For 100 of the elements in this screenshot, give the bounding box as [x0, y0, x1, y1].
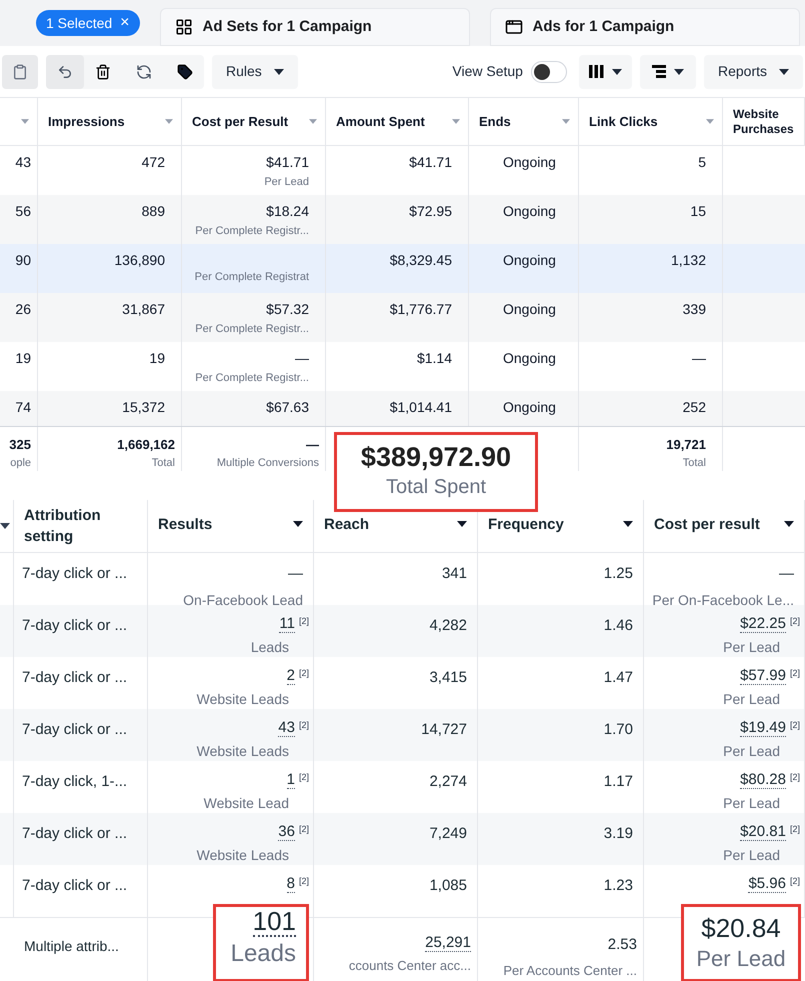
columns-dropdown[interactable] — [578, 54, 632, 88]
cell-value: 252 — [682, 398, 706, 417]
column-header[interactable]: Cost per Result — [192, 114, 288, 129]
sort-caret-icon[interactable] — [706, 119, 714, 124]
selection-chip[interactable]: 1 Selected × — [36, 10, 140, 36]
columns-icon — [588, 65, 604, 78]
cell-value: $18.24 — [266, 202, 309, 221]
cell-value: — — [295, 349, 309, 368]
column-header[interactable]: Impressions — [48, 114, 125, 129]
total-value: 19,721 — [666, 436, 706, 454]
cell-value: 1.46 — [604, 616, 633, 636]
total-attribution: Multiple attrib... — [24, 937, 119, 956]
cell-subtext: Website Leads — [196, 846, 289, 865]
cell-value[interactable]: 8 — [286, 875, 295, 893]
total-label: Per Accounts Center ... — [503, 962, 637, 980]
attribution-text: 7-day click or ... — [22, 876, 128, 896]
reports-dropdown[interactable]: Reports — [704, 54, 803, 88]
caret-icon — [274, 68, 284, 74]
cell-value: Ongoing — [503, 349, 556, 368]
tab[interactable]: Ad Sets for 1 Campaign — [160, 8, 470, 46]
total-label: ople — [10, 456, 31, 470]
cell-value[interactable]: $19.49 — [740, 719, 786, 737]
cell-value[interactable]: 2 — [286, 667, 295, 685]
cell-value: $1.14 — [416, 349, 452, 368]
column-header[interactable]: Results — [158, 514, 212, 534]
column-header[interactable]: Link Clicks — [589, 114, 658, 129]
table-row[interactable]: 7-day click or ... 36 [2] Website Leads 7,249 3.19 $20.81 [2] Per Lead — [0, 813, 805, 865]
view-setup-toggle[interactable] — [530, 60, 567, 82]
total-value: 2.53 — [608, 935, 637, 955]
column-header[interactable]: Cost per result — [654, 514, 760, 534]
cell-value: $41.71 — [266, 153, 309, 172]
cell-value: Ongoing — [503, 153, 556, 172]
table-row[interactable]: 56 889 $18.24 Per Complete Registr... $72.95 Ongoing 15 — [0, 195, 805, 244]
cell-subtext: Leads — [250, 638, 289, 657]
cell-subtext: Per Complete Registr... — [195, 371, 309, 386]
sort-caret-icon[interactable] — [562, 119, 570, 124]
cell-subtext: Per Complete Registr... — [195, 224, 309, 239]
cell-value: 1,085 — [429, 876, 467, 896]
sort-caret-icon[interactable] — [21, 119, 29, 124]
cell-value[interactable]: 1 — [286, 771, 295, 789]
sort-caret-icon[interactable] — [309, 119, 317, 124]
cell-value: 43 — [15, 153, 31, 172]
cell-value[interactable]: 36 — [278, 823, 295, 841]
cell-value: 1.47 — [604, 668, 633, 688]
caret-icon — [457, 521, 467, 527]
table-row[interactable]: 90 136,890 Per Complete Registrat $8,329.45 Ongoing 1,132 — [0, 244, 805, 293]
column-header[interactable]: Website Purchases — [733, 106, 796, 136]
cell-value: 3,415 — [429, 668, 467, 688]
column-header[interactable]: Attribution setting — [24, 505, 124, 547]
column-header[interactable]: Frequency — [488, 514, 564, 534]
cell-value: 1.70 — [604, 720, 633, 740]
footnote-mark: [2] — [298, 771, 309, 784]
attribution-text: 7-day click or ... — [22, 668, 128, 688]
clipboard-button[interactable] — [2, 54, 38, 88]
cell-value[interactable]: $22.25 — [740, 615, 786, 633]
footnote-mark: [2] — [298, 667, 309, 680]
total-value: 325 — [9, 436, 31, 454]
sort-caret-icon[interactable] — [165, 119, 173, 124]
sort-caret-icon[interactable] — [452, 119, 460, 124]
caret-icon — [784, 521, 794, 527]
cell-value[interactable]: 43 — [278, 719, 295, 737]
rules-dropdown[interactable]: Rules — [212, 54, 298, 88]
cell-subtext: Website Lead — [204, 794, 289, 813]
grid-icon — [174, 18, 193, 36]
cell-value: 4,282 — [429, 616, 467, 636]
cell-value: — — [779, 564, 794, 584]
attribution-text: 7-day click or ... — [22, 824, 128, 844]
table-row[interactable]: 7-day click or ... 11 [2] Leads 4,282 1.46 $22.25 [2] Per Lead — [0, 605, 805, 657]
undo-icon — [57, 64, 73, 80]
cell-value: — — [288, 564, 303, 584]
cell-value[interactable]: $57.99 — [740, 667, 786, 685]
table-row[interactable]: 74 15,372 $67.63 $1,014.41 Ongoing 252 — [0, 391, 805, 426]
cell-value: 2,274 — [429, 772, 467, 792]
cell-value: — — [692, 349, 706, 368]
close-icon[interactable]: × — [120, 15, 130, 31]
cell-value: 19 — [15, 349, 31, 368]
cell-value: 1.23 — [604, 876, 633, 896]
caret-icon — [779, 68, 789, 74]
tag-icon — [177, 64, 193, 80]
cell-value[interactable]: $80.28 — [740, 771, 786, 789]
cell-value: Ongoing — [503, 300, 556, 319]
cell-value[interactable]: 11 — [279, 615, 295, 633]
cell-value[interactable]: $20.81 — [740, 823, 786, 841]
cell-subtext: Per Lead — [723, 690, 780, 709]
footnote-mark: [2] — [790, 823, 800, 836]
table-row[interactable]: 26 31,867 $57.32 Per Complete Registr... $1,776.77 Ongoing 339 — [0, 293, 805, 342]
table-row[interactable]: 7-day click or ... 43 [2] Website Leads 14,727 1.70 $19.49 [2] Per Lead — [0, 709, 805, 761]
cost-per-lead-callout: $20.84 Per Lead — [681, 904, 801, 981]
column-header[interactable]: Amount Spent — [336, 114, 425, 129]
column-header[interactable]: Ends — [479, 114, 511, 129]
window-icon — [504, 18, 523, 36]
refresh-icon — [136, 64, 152, 80]
tab[interactable]: Ads for 1 Campaign — [490, 8, 800, 46]
cell-value: 889 — [142, 202, 165, 221]
cell-value[interactable]: $5.96 — [748, 875, 786, 893]
total-label: Total — [152, 456, 175, 470]
undo-button[interactable] — [46, 54, 84, 88]
breakdown-dropdown[interactable] — [640, 54, 696, 88]
column-header[interactable]: Reach — [324, 514, 370, 534]
total-value[interactable]: 25,291 — [425, 934, 471, 952]
